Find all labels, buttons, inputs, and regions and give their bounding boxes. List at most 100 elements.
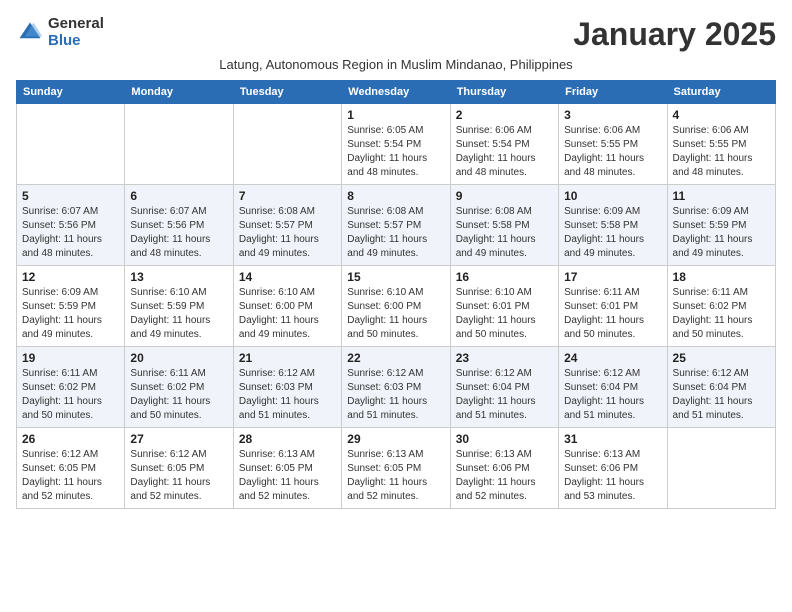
- day-info: Sunrise: 6:06 AMSunset: 5:55 PMDaylight:…: [673, 124, 770, 180]
- day-number: 24: [564, 351, 661, 365]
- day-number: 4: [673, 108, 770, 122]
- day-cell-30: 30Sunrise: 6:13 AMSunset: 6:06 PMDayligh…: [450, 428, 558, 509]
- logo-icon: [16, 19, 44, 47]
- day-number: 5: [22, 189, 119, 203]
- day-header-thursday: Thursday: [450, 81, 558, 104]
- day-cell-2: 2Sunrise: 6:06 AMSunset: 5:54 PMDaylight…: [450, 104, 558, 185]
- day-number: 19: [22, 351, 119, 365]
- day-info: Sunrise: 6:12 AMSunset: 6:04 PMDaylight:…: [564, 367, 661, 423]
- day-header-monday: Monday: [125, 81, 233, 104]
- day-cell-11: 11 Sunrise: 6:09 AMSunset: 5:59 PMDayligh…: [667, 185, 775, 266]
- day-cell-4: 4 Sunrise: 6:06 AMSunset: 5:55 PMDaylight…: [667, 104, 775, 185]
- day-cell-31: 31 Sunrise: 6:13 AMSunset: 6:06 PMDayligh…: [559, 428, 667, 509]
- subtitle: Latung, Autonomous Region in Muslim Mind…: [16, 57, 776, 72]
- day-info: Sunrise: 6:09 AMSunset: 5:59 PMDaylight:…: [22, 286, 119, 342]
- day-cell-5: 5 Sunrise: 6:07 AMSunset: 5:56 PMDaylight…: [17, 185, 125, 266]
- week-row-2: 12 Sunrise: 6:09 AMSunset: 5:59 PMDayligh…: [17, 266, 776, 347]
- day-info: Sunrise: 6:12 AMSunset: 6:04 PMDaylight:…: [673, 367, 770, 423]
- day-number: 13: [130, 270, 227, 284]
- header-row: SundayMondayTuesdayWednesdayThursdayFrid…: [17, 81, 776, 104]
- day-cell-10: 10 Sunrise: 6:09 AMSunset: 5:58 PMDayligh…: [559, 185, 667, 266]
- day-info: Sunrise: 6:12 AMSunset: 6:03 PMDaylight:…: [347, 367, 444, 423]
- day-info: Sunrise: 6:13 AMSunset: 6:06 PMDaylight:…: [564, 448, 661, 504]
- day-cell-26: 26 Sunrise: 6:12 AMSunset: 6:05 PMDayligh…: [17, 428, 125, 509]
- day-info: Sunrise: 6:12 AMSunset: 6:05 PMDaylight:…: [130, 448, 227, 504]
- calendar-body: 1Sunrise: 6:05 AMSunset: 5:54 PMDaylight…: [17, 104, 776, 509]
- day-info: Sunrise: 6:07 AMSunset: 5:56 PMDaylight:…: [22, 205, 119, 261]
- day-number: 31: [564, 432, 661, 446]
- day-info: Sunrise: 6:11 AMSunset: 6:01 PMDaylight:…: [564, 286, 661, 342]
- day-info: Sunrise: 6:09 AMSunset: 5:58 PMDaylight:…: [564, 205, 661, 261]
- day-cell-25: 25 Sunrise: 6:12 AMSunset: 6:04 PMDayligh…: [667, 347, 775, 428]
- day-cell-21: 21 Sunrise: 6:12 AMSunset: 6:03 PMDayligh…: [233, 347, 341, 428]
- day-cell-15: 15Sunrise: 6:10 AMSunset: 6:00 PMDayligh…: [342, 266, 450, 347]
- day-header-saturday: Saturday: [667, 81, 775, 104]
- day-info: Sunrise: 6:08 AMSunset: 5:57 PMDaylight:…: [239, 205, 336, 261]
- day-cell-empty: [125, 104, 233, 185]
- day-info: Sunrise: 6:05 AMSunset: 5:54 PMDaylight:…: [347, 124, 444, 180]
- day-cell-28: 28Sunrise: 6:13 AMSunset: 6:05 PMDayligh…: [233, 428, 341, 509]
- day-info: Sunrise: 6:13 AMSunset: 6:05 PMDaylight:…: [239, 448, 336, 504]
- day-cell-16: 16Sunrise: 6:10 AMSunset: 6:01 PMDayligh…: [450, 266, 558, 347]
- day-cell-6: 6Sunrise: 6:07 AMSunset: 5:56 PMDaylight…: [125, 185, 233, 266]
- calendar-table: SundayMondayTuesdayWednesdayThursdayFrid…: [16, 80, 776, 509]
- day-info: Sunrise: 6:10 AMSunset: 6:00 PMDaylight:…: [239, 286, 336, 342]
- day-info: Sunrise: 6:13 AMSunset: 6:05 PMDaylight:…: [347, 448, 444, 504]
- logo-blue: Blue: [48, 33, 104, 50]
- day-cell-18: 18 Sunrise: 6:11 AMSunset: 6:02 PMDayligh…: [667, 266, 775, 347]
- day-cell-20: 20 Sunrise: 6:11 AMSunset: 6:02 PMDayligh…: [125, 347, 233, 428]
- day-cell-empty: [17, 104, 125, 185]
- week-row-4: 26 Sunrise: 6:12 AMSunset: 6:05 PMDayligh…: [17, 428, 776, 509]
- day-info: Sunrise: 6:12 AMSunset: 6:03 PMDaylight:…: [239, 367, 336, 423]
- day-header-wednesday: Wednesday: [342, 81, 450, 104]
- day-info: Sunrise: 6:09 AMSunset: 5:59 PMDaylight:…: [673, 205, 770, 261]
- day-cell-3: 3 Sunrise: 6:06 AMSunset: 5:55 PMDaylight…: [559, 104, 667, 185]
- day-number: 9: [456, 189, 553, 203]
- day-cell-12: 12 Sunrise: 6:09 AMSunset: 5:59 PMDayligh…: [17, 266, 125, 347]
- day-info: Sunrise: 6:08 AMSunset: 5:57 PMDaylight:…: [347, 205, 444, 261]
- logo-general: General: [48, 16, 104, 33]
- day-number: 21: [239, 351, 336, 365]
- day-cell-27: 27 Sunrise: 6:12 AMSunset: 6:05 PMDayligh…: [125, 428, 233, 509]
- day-info: Sunrise: 6:06 AMSunset: 5:55 PMDaylight:…: [564, 124, 661, 180]
- day-cell-19: 19 Sunrise: 6:11 AMSunset: 6:02 PMDayligh…: [17, 347, 125, 428]
- day-cell-13: 13Sunrise: 6:10 AMSunset: 5:59 PMDayligh…: [125, 266, 233, 347]
- week-row-3: 19 Sunrise: 6:11 AMSunset: 6:02 PMDayligh…: [17, 347, 776, 428]
- day-cell-24: 24 Sunrise: 6:12 AMSunset: 6:04 PMDayligh…: [559, 347, 667, 428]
- day-number: 7: [239, 189, 336, 203]
- day-cell-23: 23Sunrise: 6:12 AMSunset: 6:04 PMDayligh…: [450, 347, 558, 428]
- day-number: 22: [347, 351, 444, 365]
- day-number: 25: [673, 351, 770, 365]
- day-number: 3: [564, 108, 661, 122]
- day-cell-7: 7 Sunrise: 6:08 AMSunset: 5:57 PMDaylight…: [233, 185, 341, 266]
- day-number: 27: [130, 432, 227, 446]
- day-number: 17: [564, 270, 661, 284]
- day-cell-9: 9Sunrise: 6:08 AMSunset: 5:58 PMDaylight…: [450, 185, 558, 266]
- header: General Blue January 2025: [16, 16, 776, 53]
- day-cell-empty: [233, 104, 341, 185]
- day-info: Sunrise: 6:11 AMSunset: 6:02 PMDaylight:…: [130, 367, 227, 423]
- day-number: 11: [673, 189, 770, 203]
- day-cell-22: 22 Sunrise: 6:12 AMSunset: 6:03 PMDayligh…: [342, 347, 450, 428]
- day-number: 6: [130, 189, 227, 203]
- day-cell-1: 1Sunrise: 6:05 AMSunset: 5:54 PMDaylight…: [342, 104, 450, 185]
- day-number: 10: [564, 189, 661, 203]
- week-row-0: 1Sunrise: 6:05 AMSunset: 5:54 PMDaylight…: [17, 104, 776, 185]
- logo-text: General Blue: [48, 16, 104, 49]
- day-number: 20: [130, 351, 227, 365]
- day-number: 26: [22, 432, 119, 446]
- day-info: Sunrise: 6:11 AMSunset: 6:02 PMDaylight:…: [22, 367, 119, 423]
- day-info: Sunrise: 6:12 AMSunset: 6:05 PMDaylight:…: [22, 448, 119, 504]
- day-number: 18: [673, 270, 770, 284]
- month-title: January 2025: [573, 16, 776, 53]
- logo: General Blue: [16, 16, 104, 49]
- day-number: 12: [22, 270, 119, 284]
- day-number: 14: [239, 270, 336, 284]
- day-number: 2: [456, 108, 553, 122]
- day-info: Sunrise: 6:11 AMSunset: 6:02 PMDaylight:…: [673, 286, 770, 342]
- day-number: 23: [456, 351, 553, 365]
- day-info: Sunrise: 6:10 AMSunset: 6:01 PMDaylight:…: [456, 286, 553, 342]
- day-number: 8: [347, 189, 444, 203]
- day-header-tuesday: Tuesday: [233, 81, 341, 104]
- day-info: Sunrise: 6:10 AMSunset: 6:00 PMDaylight:…: [347, 286, 444, 342]
